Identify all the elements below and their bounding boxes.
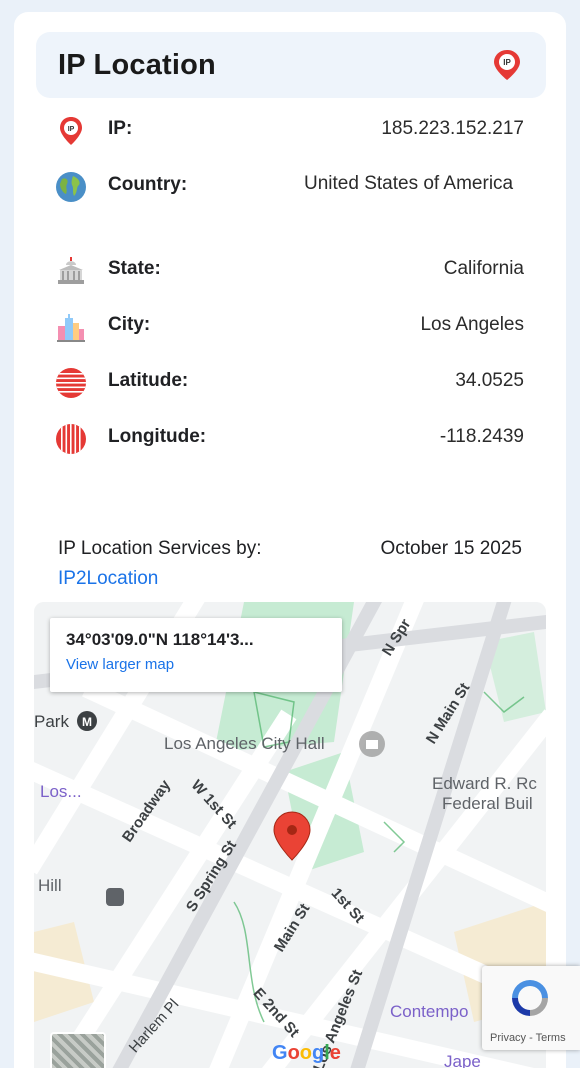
ip2location-link[interactable]: IP2Location <box>58 568 158 589</box>
longitude-value: -118.2439 <box>439 426 524 447</box>
row-country: Country: United States of America <box>54 164 524 248</box>
row-longitude: Longitude: -118.2439 <box>54 416 524 472</box>
map-info-box: 34°03'09.0"N 118°14'3... View larger map <box>50 618 342 692</box>
ip-pin-icon: IP <box>54 114 92 152</box>
page-title: IP Location <box>58 48 216 81</box>
ip-location-card: IP Location IP IP IP: 185.223.152.217 Co… <box>14 12 566 1068</box>
state-label: State: <box>108 258 161 279</box>
location-details: IP IP: 185.223.152.217 Country: United S… <box>54 108 524 472</box>
city-skyline-icon <box>54 310 92 348</box>
map-label-los[interactable]: Los... <box>40 782 82 802</box>
recaptcha-badge[interactable]: Privacy - Terms <box>482 966 580 1050</box>
card-header: IP Location IP <box>36 32 546 98</box>
row-ip: IP IP: 185.223.152.217 <box>54 108 524 164</box>
row-city: City: Los Angeles <box>54 304 524 360</box>
map-label-edward-2[interactable]: Federal Buil <box>442 794 533 814</box>
ip-value: 185.223.152.217 <box>381 118 524 139</box>
svg-text:IP: IP <box>68 126 75 133</box>
google-logo: Google <box>272 1042 341 1064</box>
map-label-contempo[interactable]: Contempo <box>390 1002 468 1022</box>
view-larger-map-link[interactable]: View larger map <box>66 656 326 673</box>
city-label: City: <box>108 314 151 335</box>
ip-label: IP: <box>108 118 133 139</box>
latitude-value: 34.0525 <box>455 370 524 391</box>
globe-icon <box>54 170 92 208</box>
map-label-edward-1[interactable]: Edward R. Rc <box>432 774 537 794</box>
country-label: Country: <box>108 174 188 195</box>
row-latitude: Latitude: 34.0525 <box>54 360 524 416</box>
satellite-toggle[interactable] <box>50 1032 106 1068</box>
services-label: IP Location Services by: <box>58 538 262 559</box>
latitude-lines-icon <box>54 366 92 404</box>
map-label-japan[interactable]: Jape <box>444 1052 481 1068</box>
state-value: California <box>443 258 524 279</box>
services-credit: IP Location Services by: October 15 2025… <box>58 534 522 594</box>
recaptcha-icon <box>512 980 548 1016</box>
capitol-building-icon <box>54 254 92 292</box>
latitude-label: Latitude: <box>108 370 189 391</box>
map-label-hill: Hill <box>38 876 62 895</box>
row-state: State: California <box>54 248 524 304</box>
longitude-label: Longitude: <box>108 426 207 447</box>
map-label-park: Park <box>34 712 69 731</box>
services-date: October 15 2025 <box>380 538 522 559</box>
embedded-map[interactable]: M 34°03'09.0"N 118°14'3... View larger m… <box>34 602 546 1068</box>
svg-text:M: M <box>82 715 92 729</box>
svg-text:IP: IP <box>503 58 511 67</box>
ip-pin-icon: IP <box>494 50 520 80</box>
country-value: United States of America <box>304 173 514 194</box>
longitude-lines-icon <box>54 422 92 460</box>
map-label-city-hall[interactable]: Los Angeles City Hall <box>164 734 325 754</box>
map-coordinates: 34°03'09.0"N 118°14'3... <box>66 630 254 649</box>
city-value: Los Angeles <box>420 314 524 335</box>
recaptcha-privacy-terms[interactable]: Privacy - Terms <box>490 1032 566 1044</box>
